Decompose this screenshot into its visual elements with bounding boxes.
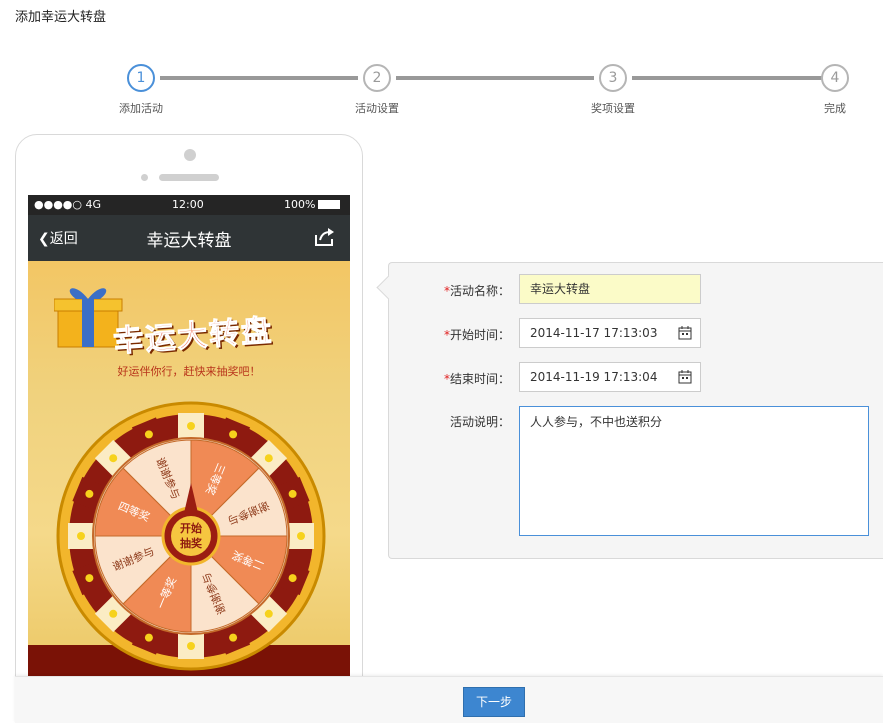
calendar-icon[interactable]	[678, 326, 692, 340]
step-3: 3 奖项设置	[553, 64, 673, 116]
wheel-light	[288, 489, 297, 498]
phone-preview: ●●●●○ 4G 12:00 100% ❮返回 幸运大转盘 幸运大转盘 好运伴你…	[15, 134, 363, 714]
activity-name-input[interactable]: 幸运大转盘	[519, 274, 701, 304]
phone-screen: ●●●●○ 4G 12:00 100% ❮返回 幸运大转盘 幸运大转盘 好运伴你…	[28, 195, 350, 713]
calendar-icon[interactable]	[678, 370, 692, 384]
phone-nav-bar: ❮返回 幸运大转盘	[28, 215, 350, 261]
wheel-light	[229, 430, 238, 439]
start-time-label: *开始时间：	[390, 326, 510, 343]
lottery-logo: 幸运大转盘	[112, 313, 275, 360]
wheel-light	[85, 489, 94, 498]
step-label: 添加活动	[119, 102, 163, 115]
battery-icon	[318, 200, 340, 209]
start-time-input[interactable]: 2014-11-17 17:13:03	[519, 318, 701, 348]
step-4: 4 完成	[789, 64, 883, 116]
label-text: 活动名称：	[449, 284, 510, 298]
wheel-light	[288, 574, 297, 583]
step-number: 4	[821, 64, 849, 92]
signal-indicator: ●●●●○ 4G	[34, 198, 102, 211]
description-textarea[interactable]: 人人参与，不中也送积分	[519, 406, 869, 536]
share-icon[interactable]	[314, 227, 336, 247]
battery-text: 100%	[284, 198, 316, 211]
wheel-light	[297, 532, 305, 540]
wheel-light	[264, 454, 273, 463]
page-title: 添加幸运大转盘	[15, 10, 107, 25]
lottery-slogan: 好运伴你行，赶快来抽奖吧！	[117, 365, 261, 378]
footer-bar: 下一步	[15, 676, 883, 723]
wheel-light	[187, 642, 195, 650]
step-label: 奖项设置	[591, 102, 635, 115]
step-number: 2	[363, 64, 391, 92]
lucky-wheel[interactable]: 三等奖谢谢参与二等奖谢谢参与一等奖谢谢参与四等奖谢谢参与 开始 抽奖	[56, 401, 326, 671]
wheel-light	[109, 609, 118, 618]
phone-status-bar: ●●●●○ 4G 12:00 100%	[28, 195, 350, 215]
label-text: 开始时间：	[449, 328, 510, 342]
lottery-banner: 幸运大转盘 好运伴你行，赶快来抽奖吧！ 三等奖 谢谢参与 二等奖 谢谢参与 一等奖 谢谢参…	[28, 261, 350, 713]
wheel-light	[85, 574, 94, 583]
phone-sensor	[141, 174, 148, 181]
start-time-value: 2014-11-17 17:13:03	[530, 326, 658, 340]
wheel-light	[144, 430, 153, 439]
wheel-light	[187, 422, 195, 430]
wheel-center-line1[interactable]: 开始	[180, 521, 202, 535]
step-number: 3	[599, 64, 627, 92]
end-time-label: *结束时间：	[390, 370, 510, 387]
wheel-light	[144, 633, 153, 642]
next-step-button[interactable]: 下一步	[463, 687, 525, 717]
status-time: 12:00	[172, 198, 204, 211]
step-number: 1	[127, 64, 155, 92]
step-2: 2 活动设置	[317, 64, 437, 116]
wheel-light	[109, 454, 118, 463]
label-text: 结束时间：	[449, 372, 510, 386]
activity-form: *活动名称： 幸运大转盘 *开始时间： 2014-11-17 17:13:03 …	[388, 262, 883, 559]
step-progress: 1 添加活动 2 活动设置 3 奖项设置 4 完成	[0, 64, 883, 124]
description-label: 活动说明：	[449, 415, 510, 429]
end-time-input[interactable]: 2014-11-19 17:13:04	[519, 362, 701, 392]
wheel-light	[229, 633, 238, 642]
step-1: 1 添加活动	[81, 64, 201, 116]
wheel-center-line2[interactable]: 抽奖	[180, 536, 203, 550]
step-label: 完成	[824, 102, 846, 115]
phone-nav-title: 幸运大转盘	[146, 231, 232, 251]
activity-name-label: *活动名称：	[390, 282, 510, 299]
end-time-value: 2014-11-19 17:13:04	[530, 370, 658, 384]
step-label: 活动设置	[355, 102, 399, 115]
phone-camera	[184, 149, 196, 161]
wheel-light	[77, 532, 85, 540]
wheel-light	[264, 609, 273, 618]
phone-speaker	[159, 174, 219, 181]
